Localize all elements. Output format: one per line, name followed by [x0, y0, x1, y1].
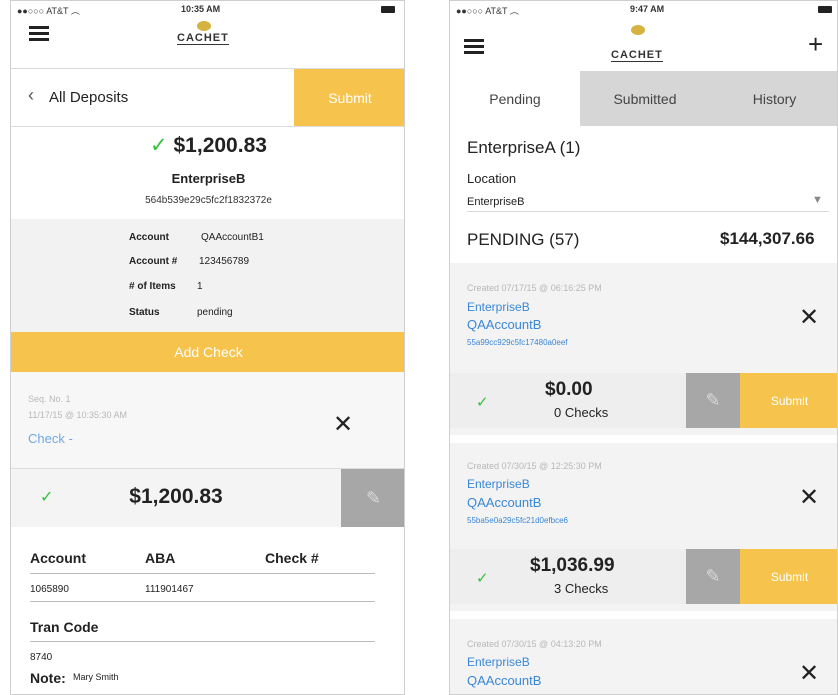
submit-button[interactable]: Submit	[294, 69, 404, 126]
submit-button[interactable]: Submit	[740, 549, 837, 604]
back-chevron-icon[interactable]: ‹	[28, 85, 34, 106]
tab-submitted[interactable]: Submitted	[580, 71, 710, 126]
card-amount: $0.00	[545, 379, 593, 400]
created-date: Created 07/30/15 @ 04:13:20 PM	[467, 639, 602, 649]
deposit-card[interactable]: Created 07/30/15 @ 12:25:30 PM Enterpris…	[450, 443, 837, 611]
close-icon[interactable]: ✕	[799, 659, 819, 688]
account-header: Account	[30, 550, 86, 566]
note-label: Note:	[30, 670, 66, 686]
enterprise-name: EnterpriseB	[171, 171, 246, 186]
carrier-text: AT&T	[485, 6, 508, 16]
enterprise-title: EnterpriseA (1)	[467, 138, 581, 157]
detail-label: Status	[129, 307, 160, 318]
close-icon[interactable]: ✕	[333, 410, 353, 439]
signal-icon: ●●○○○	[456, 6, 486, 16]
back-link[interactable]: All Deposits	[49, 89, 128, 106]
aba-value: 111901467	[145, 584, 194, 595]
location-select[interactable]: EnterpriseB	[467, 196, 524, 208]
status-time: 9:47 AM	[630, 4, 665, 14]
seq-number: Seq. No. 1	[28, 394, 71, 404]
tab-history[interactable]: History	[710, 71, 837, 126]
deposit-card[interactable]: Created 07/17/15 @ 06:16:25 PM Enterpris…	[450, 263, 837, 435]
battery-icon	[818, 6, 832, 13]
card-amount-row: ✓ $1,036.99 3 Checks	[450, 549, 686, 604]
tran-code-value: 8740	[30, 652, 53, 663]
detail-label: Account	[129, 232, 169, 243]
deposit-amount: $1,200.83	[173, 134, 267, 157]
deposit-card[interactable]: Created 07/30/15 @ 04:13:20 PM Enterpris…	[450, 619, 837, 694]
edit-pencil-icon[interactable]: ✎	[341, 469, 404, 527]
deposit-id: 55ba5e0a29c5fc21d0efbce6	[467, 516, 568, 525]
app-logo: CACHET	[177, 32, 229, 45]
deposit-id: 564b539e29c5fc2f1832372e	[145, 195, 272, 206]
logo-icon	[631, 25, 645, 35]
deposits-list-screen: ●●○○○ AT&T ︵ 9:47 AM CACHET + Pending Su…	[449, 0, 838, 695]
account-link[interactable]: QAAccountB	[467, 673, 541, 688]
card-checks: 0 Checks	[554, 405, 609, 420]
detail-value: QAAccountB1	[201, 232, 264, 243]
created-date: Created 07/30/15 @ 12:25:30 PM	[467, 461, 602, 471]
checkmark-icon: ✓	[476, 570, 489, 587]
edit-pencil-icon[interactable]: ✎	[686, 549, 740, 604]
edit-pencil-icon[interactable]: ✎	[686, 373, 740, 428]
logo-icon	[197, 21, 211, 31]
created-date: Created 07/17/15 @ 06:16:25 PM	[467, 283, 602, 293]
checkmark-icon: ✓	[476, 394, 489, 411]
add-icon[interactable]: +	[808, 29, 823, 60]
detail-label: # of Items	[129, 281, 176, 292]
tab-pending[interactable]: Pending	[450, 71, 580, 126]
signal-icon: ●●○○○	[17, 6, 47, 16]
detail-label: Account #	[129, 256, 178, 267]
wifi-icon: ︵	[68, 6, 80, 16]
aba-header: ABA	[145, 550, 176, 566]
status-carrier: ●●○○○ AT&T ︵	[17, 4, 80, 17]
menu-icon[interactable]	[29, 26, 49, 44]
detail-value: 1	[197, 281, 203, 292]
pending-count: PENDING (57)	[467, 230, 580, 249]
card-checks: 3 Checks	[554, 581, 609, 596]
menu-icon[interactable]	[464, 39, 484, 57]
pending-total: $144,307.66	[720, 229, 815, 248]
tab-bar: Pending Submitted History	[450, 71, 837, 126]
status-carrier: ●●○○○ AT&T ︵	[456, 4, 519, 17]
submit-button[interactable]: Submit	[740, 373, 837, 428]
account-link[interactable]: QAAccountB	[467, 317, 541, 332]
detail-value: pending	[197, 307, 233, 318]
check-link[interactable]: Check -	[28, 431, 73, 446]
account-value: 1065890	[30, 584, 69, 595]
enterprise-link[interactable]: EnterpriseB	[467, 300, 530, 314]
deposit-summary-amount: ✓ $1,200.83	[11, 133, 404, 158]
wifi-icon: ︵	[507, 6, 519, 16]
check-number-header: Check #	[265, 550, 319, 566]
close-icon[interactable]: ✕	[799, 303, 819, 332]
check-item: Seq. No. 1 11/17/15 @ 10:35:30 AM Check …	[11, 372, 404, 468]
battery-icon	[381, 6, 395, 13]
location-label: Location	[467, 171, 517, 186]
close-icon[interactable]: ✕	[799, 483, 819, 512]
enterprise-link[interactable]: EnterpriseB	[467, 477, 530, 491]
card-amount-row: ✓ $0.00 0 Checks	[450, 373, 686, 428]
deposit-id: 55a99cc929c5fc17480a0eef	[467, 338, 568, 347]
tran-code-label: Tran Code	[30, 619, 99, 635]
note-value: Mary Smith	[73, 672, 119, 682]
status-time: 10:35 AM	[181, 4, 221, 14]
check-amount: $1,200.83	[129, 485, 223, 508]
check-amount-row: ✓ $1,200.83	[11, 469, 341, 527]
add-check-button[interactable]: Add Check	[11, 332, 404, 372]
seq-datetime: 11/17/15 @ 10:35:30 AM	[28, 410, 128, 420]
carrier-text: AT&T	[46, 6, 69, 16]
detail-value: 123456789	[199, 256, 250, 267]
card-amount: $1,036.99	[530, 555, 615, 576]
deposit-details: Account QAAccountB1 Account # 123456789 …	[11, 219, 404, 332]
deposit-detail-screen: ●●○○○ AT&T ︵ 10:35 AM CACHET ‹ All Depos…	[10, 0, 405, 695]
chevron-down-icon[interactable]: ▼	[812, 194, 823, 206]
app-logo: CACHET	[611, 49, 663, 62]
account-link[interactable]: QAAccountB	[467, 495, 541, 510]
checkmark-icon: ✓	[150, 134, 168, 157]
enterprise-link[interactable]: EnterpriseB	[467, 655, 530, 669]
